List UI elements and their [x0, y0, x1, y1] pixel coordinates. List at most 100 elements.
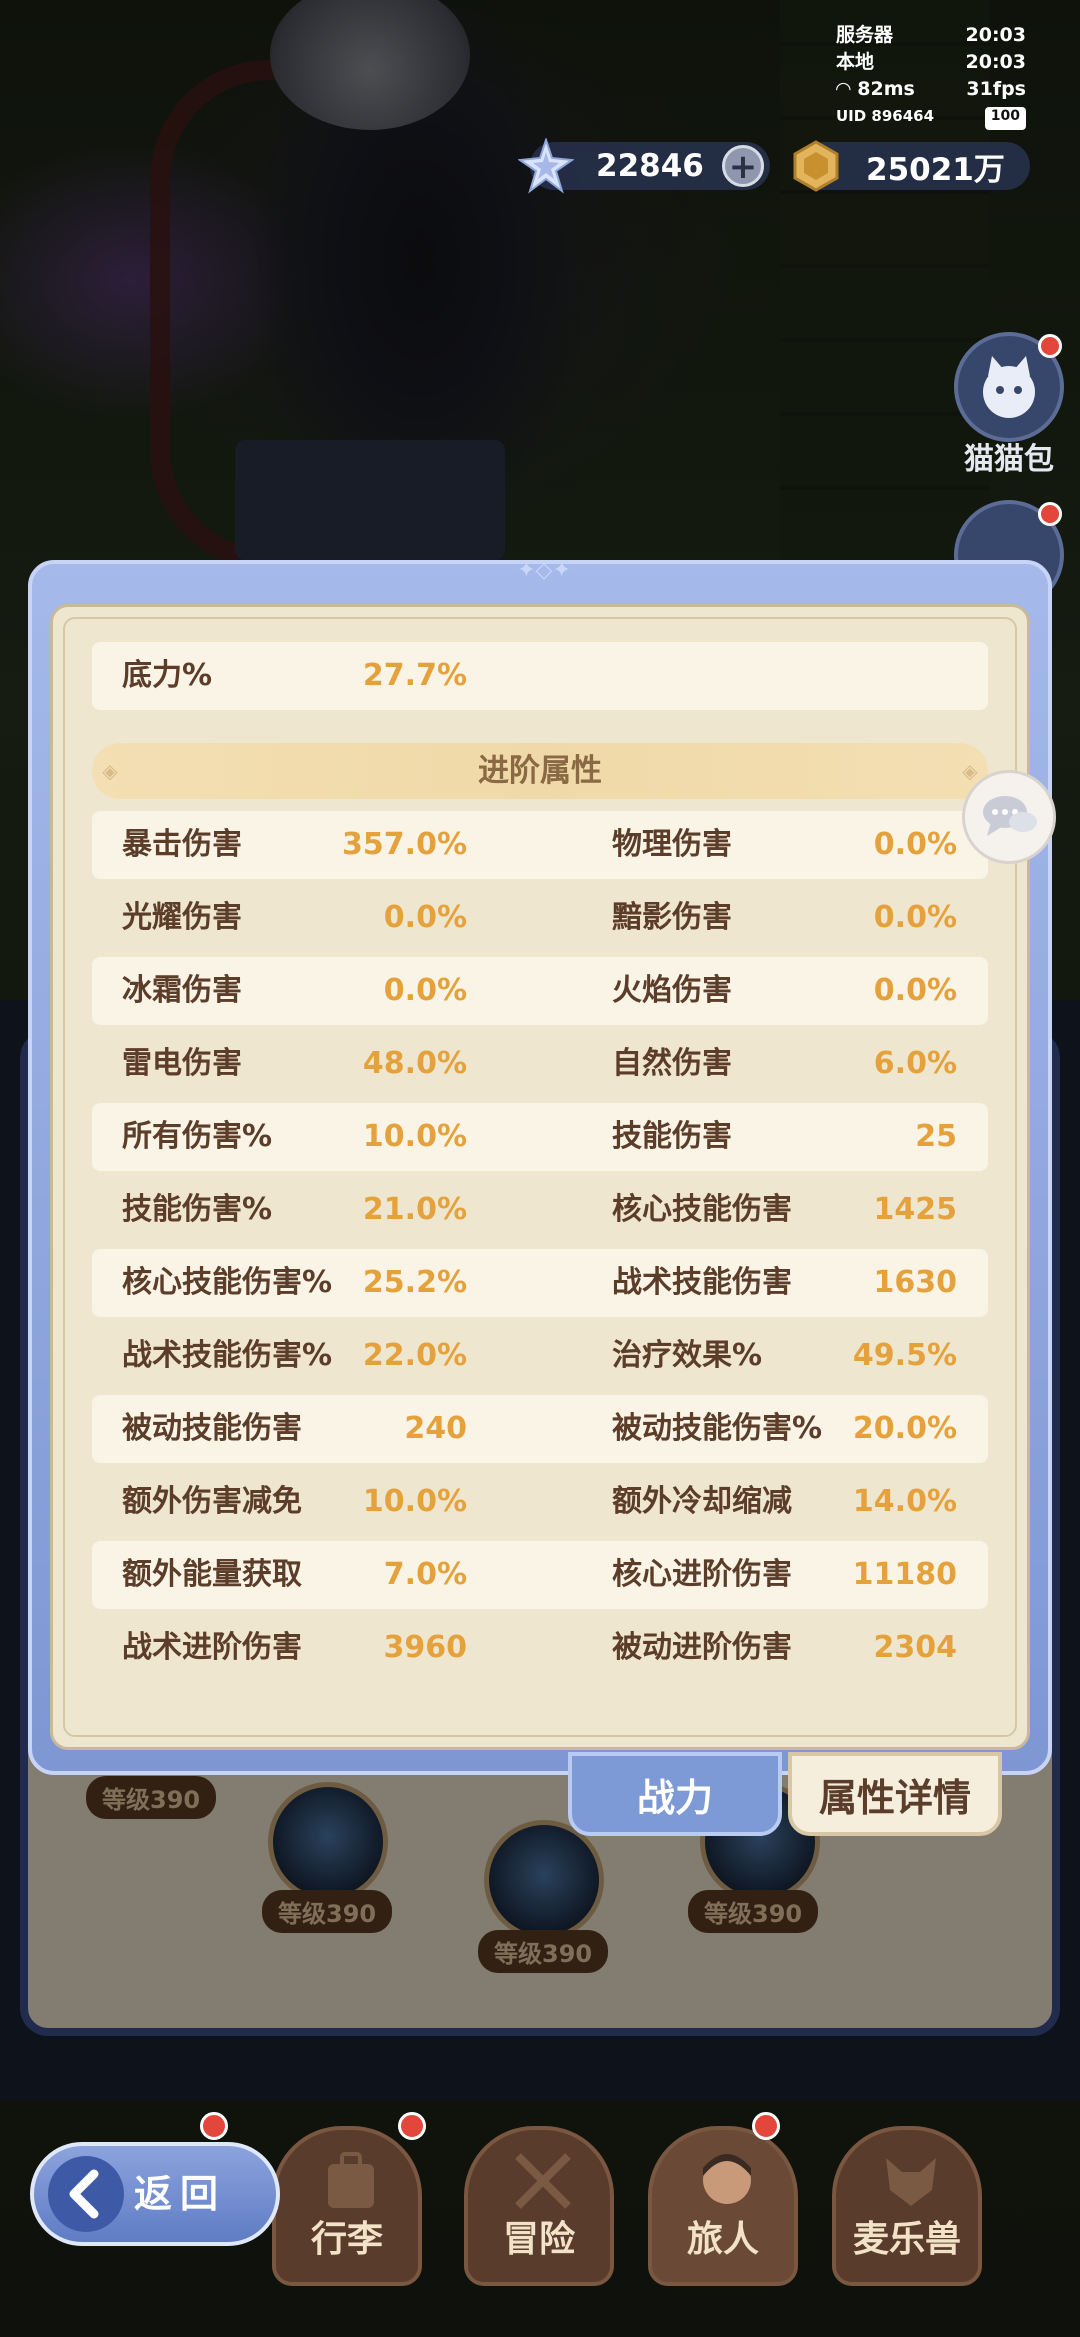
stat-label: 技能伤害	[612, 1119, 732, 1154]
cat-bag-label: 猫猫包	[964, 442, 1054, 477]
stat-value: 0.0%	[383, 973, 467, 1008]
stat-label: 火焰伤害	[612, 973, 732, 1008]
stat-label: 额外能量获取	[122, 1557, 302, 1592]
uid-text: UID 896464	[836, 107, 935, 125]
stat-value: 25.2%	[362, 1265, 467, 1300]
nav-traveler[interactable]: 旅人	[648, 2126, 798, 2286]
stat-label: 物理伤害	[612, 827, 732, 862]
notification-dot	[200, 2112, 228, 2140]
fox-pet-icon	[886, 2158, 936, 2206]
wifi-icon: ◠	[836, 78, 851, 100]
luggage-icon	[328, 2152, 374, 2208]
chat-button[interactable]	[962, 770, 1056, 864]
chat-icon	[983, 796, 1037, 836]
cat-bag-button[interactable]	[954, 332, 1064, 442]
add-gems-button[interactable]: +	[722, 145, 764, 187]
stat-row: 冰霜伤害 0.0% 火焰伤害 0.0%	[92, 957, 988, 1025]
stat-value: 25	[915, 1119, 957, 1154]
battery-indicator: 100	[984, 107, 1026, 130]
stat-row: 技能伤害% 21.0% 核心技能伤害 1425	[92, 1176, 988, 1244]
stat-value: 11180	[852, 1557, 957, 1592]
stat-label: 战术技能伤害	[612, 1265, 792, 1300]
stat-value: 0.0%	[873, 827, 957, 862]
crossed-swords-icon	[515, 2153, 571, 2209]
stat-value: 357.0%	[342, 827, 467, 862]
stat-row: 被动技能伤害 240 被动技能伤害% 20.0%	[92, 1395, 988, 1463]
stat-row: 核心技能伤害% 25.2% 战术技能伤害 1630	[92, 1249, 988, 1317]
stat-value: 6.0%	[873, 1046, 957, 1081]
section-title: 进阶属性	[478, 753, 602, 789]
gem-currency: 22846 +	[518, 138, 770, 194]
section-header-advanced: ◈ 进阶属性 ◈	[92, 743, 988, 799]
tab-power[interactable]: 战力	[568, 1752, 782, 1836]
stat-value: 1425	[873, 1192, 958, 1227]
stat-label: 底力%	[122, 658, 213, 693]
stat-value: 14.0%	[852, 1484, 957, 1519]
nav-pets[interactable]: 麦乐兽	[832, 2126, 982, 2286]
notification-dot	[1038, 502, 1062, 526]
status-block: 服务器 20:03 本地 20:03 ◠ 82ms 31fps UID 8964…	[836, 22, 1026, 130]
nav-label: 麦乐兽	[852, 2219, 961, 2260]
stat-value: 10.0%	[362, 1484, 467, 1519]
nav-luggage[interactable]: 行李	[272, 2126, 422, 2286]
notification-dot	[1038, 334, 1062, 358]
notification-dot	[398, 2112, 426, 2140]
gold-coin-icon	[786, 136, 846, 196]
stat-label: 额外冷却缩减	[612, 1484, 792, 1519]
stat-value: 0.0%	[873, 900, 957, 935]
stat-value: 0.0%	[383, 900, 467, 935]
stat-value: 22.0%	[362, 1338, 467, 1373]
wifi-ping: ◠ 82ms	[836, 76, 915, 103]
stat-label: 核心进阶伤害	[612, 1557, 792, 1592]
stat-label: 核心技能伤害%	[122, 1265, 333, 1300]
back-button[interactable]: 返回	[30, 2142, 280, 2246]
stat-label: 冰霜伤害	[122, 973, 242, 1008]
server-label: 服务器	[836, 24, 894, 46]
stat-label: 雷电伤害	[122, 1046, 242, 1081]
stat-value: 240	[404, 1411, 467, 1446]
stat-label: 被动技能伤害	[122, 1411, 302, 1446]
back-arrow-icon	[48, 2156, 124, 2232]
stat-row: 额外能量获取 7.0% 核心进阶伤害 11180	[92, 1541, 988, 1609]
stat-label: 黯影伤害	[612, 900, 732, 935]
frame-ornament-icon: ✦◇✦	[517, 558, 571, 583]
stat-row: 战术技能伤害% 22.0% 治疗效果% 49.5%	[92, 1322, 988, 1390]
stat-label: 被动进阶伤害	[612, 1630, 792, 1665]
stat-row: 额外伤害减免 10.0% 额外冷却缩减 14.0%	[92, 1468, 988, 1536]
stat-value: 2304	[873, 1630, 958, 1665]
notification-dot	[752, 2112, 780, 2140]
stat-row-base-power: 底力% 27.7%	[92, 642, 988, 710]
nav-label: 冒险	[502, 2219, 575, 2260]
stat-value: 48.0%	[362, 1046, 467, 1081]
stat-value: 10.0%	[362, 1119, 467, 1154]
stat-value: 27.7%	[362, 658, 467, 693]
stat-label: 战术技能伤害%	[122, 1338, 333, 1373]
stat-row: 雷电伤害 48.0% 自然伤害 6.0%	[92, 1030, 988, 1098]
nav-adventure[interactable]: 冒险	[464, 2126, 614, 2286]
stat-label: 治疗效果%	[612, 1338, 763, 1373]
nav-label: 行李	[310, 2219, 383, 2260]
stat-row: 战术进阶伤害 3960 被动进阶伤害 2304	[92, 1614, 988, 1682]
stat-value: 1630	[873, 1265, 958, 1300]
local-label: 本地	[836, 51, 875, 73]
diamond-ornament-icon: ◈	[102, 759, 118, 783]
stat-row: 暴击伤害 357.0% 物理伤害 0.0%	[92, 811, 988, 879]
tab-attribute-details[interactable]: 属性详情	[788, 1752, 1002, 1836]
stat-value: 49.5%	[852, 1338, 957, 1373]
diamond-ornament-icon: ◈	[962, 759, 978, 783]
stat-value: 20.0%	[852, 1411, 957, 1446]
stat-value: 3960	[383, 1630, 468, 1665]
stat-value: 7.0%	[383, 1557, 467, 1592]
stat-label: 技能伤害%	[122, 1192, 273, 1227]
server-time: 20:03	[965, 24, 1026, 46]
back-label: 返回	[134, 2172, 227, 2216]
ping-value: 82ms	[857, 78, 915, 100]
nav-label: 旅人	[686, 2219, 759, 2260]
stat-label: 暴击伤害	[122, 827, 242, 862]
gem-count: 22846	[596, 148, 704, 184]
stat-value: 21.0%	[362, 1192, 467, 1227]
coin-count: 25021万	[866, 151, 1005, 188]
stat-value: 0.0%	[873, 973, 957, 1008]
stat-label: 额外伤害减免	[122, 1484, 302, 1519]
stat-label: 自然伤害	[612, 1046, 732, 1081]
